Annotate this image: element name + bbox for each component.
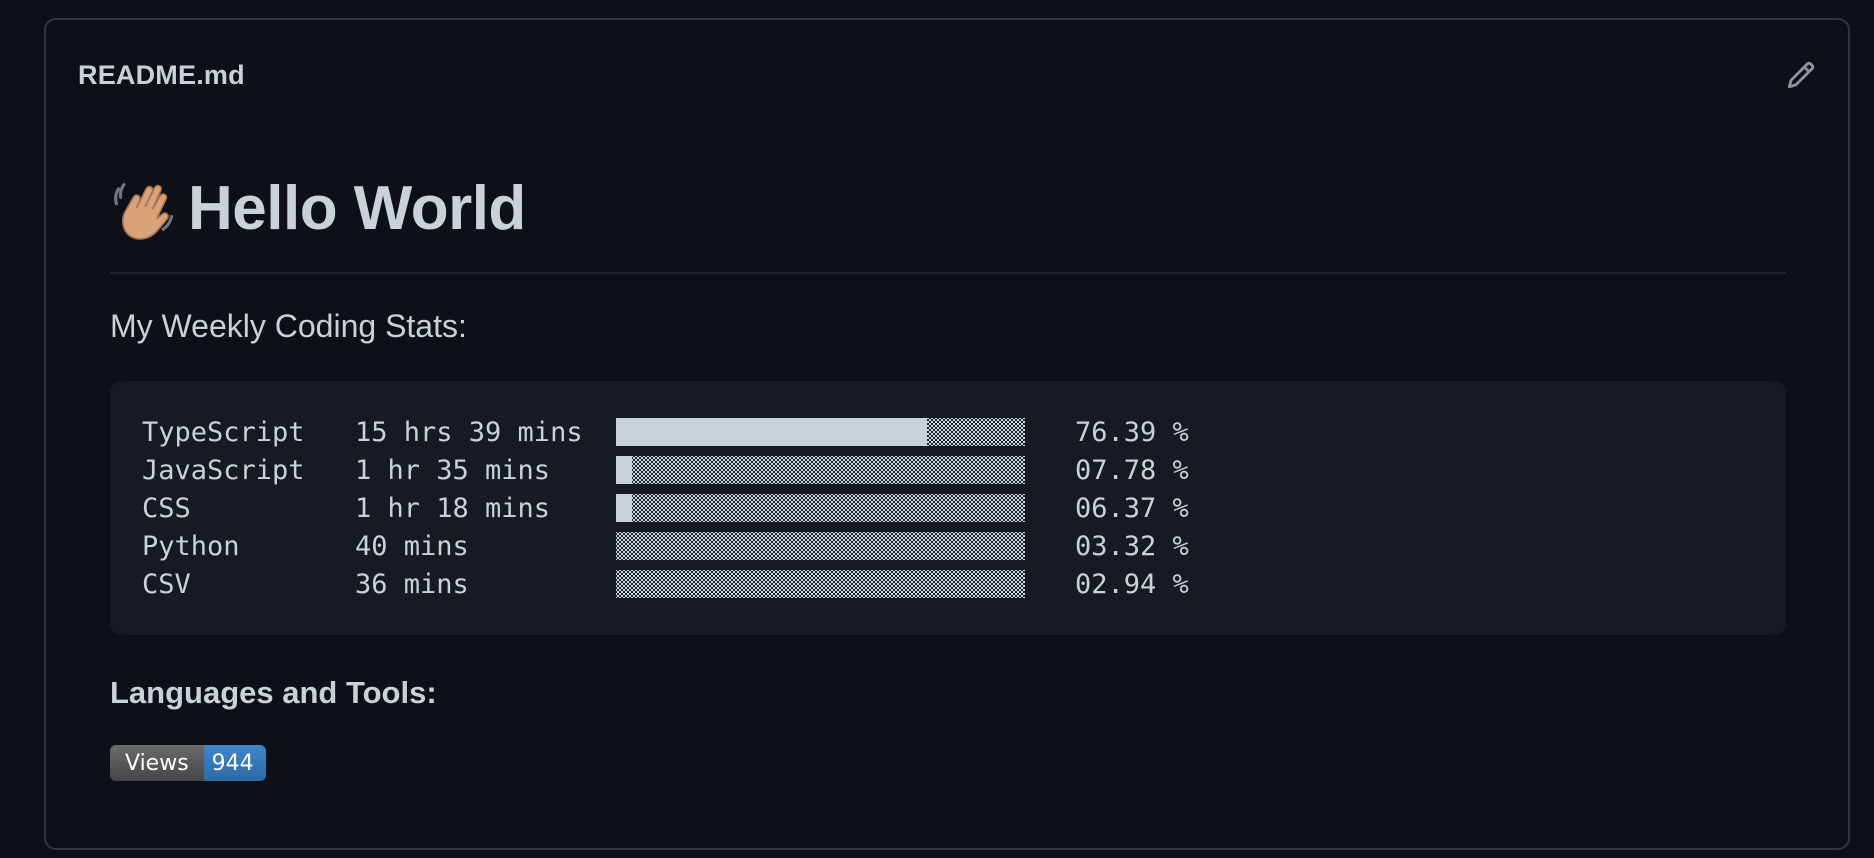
stat-language: CSS bbox=[142, 492, 191, 524]
pencil-icon bbox=[1787, 61, 1815, 89]
tools-heading: Languages and Tools: bbox=[110, 675, 437, 710]
stat-progress-fill bbox=[616, 456, 633, 484]
stat-time: 40 mins bbox=[355, 530, 469, 562]
title-divider bbox=[110, 272, 1786, 274]
stat-language: JavaScript bbox=[142, 454, 305, 486]
stats-subtitle: My Weekly Coding Stats: bbox=[110, 308, 467, 344]
stat-progress-bar bbox=[616, 570, 1025, 598]
stat-time: 1 hr 18 mins bbox=[355, 492, 551, 524]
stat-time: 36 mins bbox=[355, 568, 469, 600]
stat-percent: 02.94 % bbox=[1075, 568, 1189, 600]
readme-filename: README.md bbox=[78, 60, 245, 90]
stat-progress-fill bbox=[616, 494, 633, 522]
stat-language: Python bbox=[142, 530, 240, 562]
stat-row: JavaScript 1 hr 35 mins 07.78 % bbox=[142, 451, 1754, 489]
edit-button[interactable] bbox=[1784, 58, 1818, 92]
stat-time: 1 hr 35 mins bbox=[355, 454, 551, 486]
stat-progress-bar bbox=[616, 494, 1025, 522]
stat-progress-fill bbox=[616, 418, 927, 446]
stat-percent: 07.78 % bbox=[1075, 454, 1189, 486]
stat-percent: 76.39 % bbox=[1075, 416, 1189, 448]
readme-content: Hello World My Weekly Coding Stats: Type… bbox=[110, 168, 1786, 781]
waving-hand-icon bbox=[114, 183, 174, 240]
stat-progress-bar bbox=[616, 418, 1025, 446]
title-row: Hello World bbox=[110, 168, 1786, 248]
readme-container: README.md Hello World My Weekly Coding S… bbox=[44, 18, 1850, 850]
page-title: Hello World bbox=[188, 173, 526, 243]
stat-percent: 06.37 % bbox=[1075, 492, 1189, 524]
stat-time: 15 hrs 39 mins bbox=[355, 416, 583, 448]
stat-row: CSV 36 mins 02.94 % bbox=[142, 565, 1754, 603]
coding-stats-block: TypeScript 15 hrs 39 mins 76.39 % JavaScrip… bbox=[110, 381, 1786, 635]
stat-row: CSS 1 hr 18 mins 06.37 % bbox=[142, 489, 1754, 527]
stat-row: Python 40 mins 03.32 % bbox=[142, 527, 1754, 565]
views-badge[interactable]: Views 944 bbox=[110, 745, 266, 781]
stat-language: TypeScript bbox=[142, 416, 305, 448]
stat-progress-bar bbox=[616, 456, 1025, 484]
stat-progress-bar bbox=[616, 532, 1025, 560]
stat-percent: 03.32 % bbox=[1075, 530, 1189, 562]
badge-value: 944 bbox=[203, 745, 266, 781]
badge-label: Views bbox=[110, 745, 204, 781]
stat-row: TypeScript 15 hrs 39 mins 76.39 % bbox=[142, 413, 1754, 451]
stat-language: CSV bbox=[142, 568, 191, 600]
